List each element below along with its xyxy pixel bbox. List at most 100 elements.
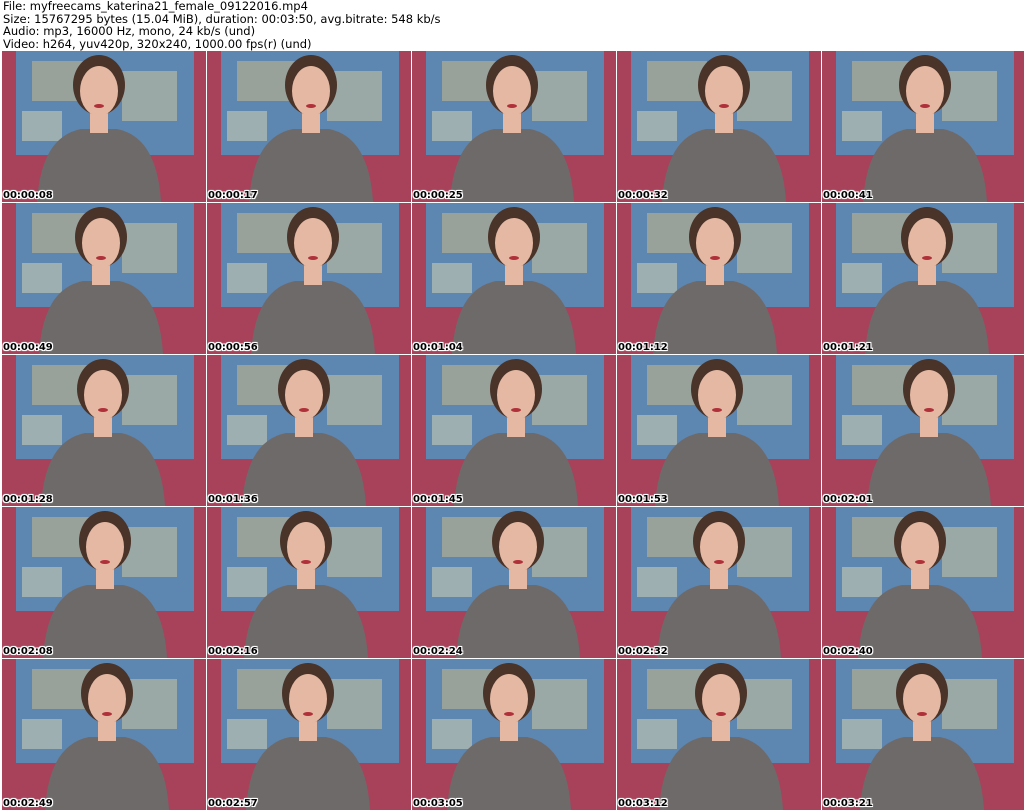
lips: [714, 560, 724, 564]
frame-timestamp: 00:01:21: [823, 342, 873, 353]
map-land-region: [852, 365, 912, 405]
map-land-region: [842, 567, 882, 597]
map-land-region: [227, 567, 267, 597]
face: [696, 218, 734, 268]
face: [292, 66, 330, 116]
face: [903, 674, 941, 724]
frame-timestamp: 00:01:28: [3, 494, 53, 505]
video-frame-thumbnail: 00:01:53: [617, 355, 821, 506]
frame-image: [617, 355, 821, 506]
lips: [507, 104, 517, 108]
frame-image: [822, 355, 1024, 506]
face: [906, 66, 944, 116]
video-frame-thumbnail: 00:01:36: [207, 355, 411, 506]
video-frame-thumbnail: 00:03:05: [412, 659, 616, 810]
face: [289, 674, 327, 724]
map-land-region: [842, 111, 882, 141]
map-land-region: [432, 415, 472, 445]
frame-image: [412, 51, 616, 202]
frame-timestamp: 00:02:49: [3, 798, 53, 809]
face: [88, 674, 126, 724]
lips: [102, 712, 112, 716]
video-frame-thumbnail: 00:03:21: [822, 659, 1024, 810]
lips: [96, 256, 106, 260]
frame-timestamp: 00:00:17: [208, 190, 258, 201]
video-frame-thumbnail: 00:02:40: [822, 507, 1024, 658]
face: [287, 522, 325, 572]
frame-image: [412, 659, 616, 810]
face: [901, 522, 939, 572]
video-info-line: Video: h264, yuv420p, 320x240, 1000.00 f…: [3, 36, 312, 51]
frame-image: [822, 659, 1024, 810]
face: [86, 522, 124, 572]
face: [702, 674, 740, 724]
frame-timestamp: 00:00:25: [413, 190, 463, 201]
map-land-region: [22, 719, 62, 749]
lips: [100, 560, 110, 564]
video-frame-thumbnail: 00:02:57: [207, 659, 411, 810]
video-frame-thumbnail: 00:00:17: [207, 51, 411, 202]
lips: [98, 408, 108, 412]
frame-image: [412, 203, 616, 354]
frame-image: [2, 659, 206, 810]
map-land-region: [227, 719, 267, 749]
lips: [710, 256, 720, 260]
face: [700, 522, 738, 572]
map-land-region: [942, 527, 997, 577]
face: [294, 218, 332, 268]
frame-image: [822, 51, 1024, 202]
frame-image: [617, 507, 821, 658]
map-land-region: [327, 527, 382, 577]
map-land-region: [227, 111, 267, 141]
face: [82, 218, 120, 268]
video-frame-thumbnail: 00:01:12: [617, 203, 821, 354]
lips: [509, 256, 519, 260]
frame-image: [617, 51, 821, 202]
lips: [513, 560, 523, 564]
audio-info-line: Audio: mp3, 16000 Hz, mono, 24 kb/s (und…: [3, 24, 256, 38]
frame-image: [412, 355, 616, 506]
video-frame-thumbnail: 00:02:49: [2, 659, 206, 810]
map-land-region: [432, 263, 472, 293]
frame-timestamp: 00:01:12: [618, 342, 668, 353]
lips: [94, 104, 104, 108]
frame-timestamp: 00:02:08: [3, 646, 53, 657]
lips: [915, 560, 925, 564]
frame-timestamp: 00:01:45: [413, 494, 463, 505]
map-land-region: [122, 71, 177, 121]
lips: [924, 408, 934, 412]
frame-image: [2, 355, 206, 506]
face: [285, 370, 323, 420]
frame-timestamp: 00:02:32: [618, 646, 668, 657]
video-frame-thumbnail: 00:01:28: [2, 355, 206, 506]
face: [910, 370, 948, 420]
face: [698, 370, 736, 420]
map-land-region: [637, 263, 677, 293]
frame-image: [617, 203, 821, 354]
video-frame-thumbnail: 00:00:49: [2, 203, 206, 354]
frame-image: [412, 507, 616, 658]
map-land-region: [432, 719, 472, 749]
lips: [917, 712, 927, 716]
map-land-region: [22, 567, 62, 597]
frame-timestamp: 00:01:04: [413, 342, 463, 353]
video-frame-thumbnail: 00:00:56: [207, 203, 411, 354]
frame-image: [822, 507, 1024, 658]
face: [495, 218, 533, 268]
frame-image: [2, 507, 206, 658]
lips: [511, 408, 521, 412]
map-land-region: [22, 263, 62, 293]
video-frame-thumbnail: 00:01:04: [412, 203, 616, 354]
face: [499, 522, 537, 572]
file-name-line: File: myfreecams_katerina21_female_09122…: [3, 0, 308, 13]
lips: [308, 256, 318, 260]
map-land-region: [647, 61, 707, 101]
face: [490, 674, 528, 724]
face: [493, 66, 531, 116]
map-land-region: [532, 71, 587, 121]
video-frame-thumbnail: 00:02:24: [412, 507, 616, 658]
lips: [301, 560, 311, 564]
video-frame-thumbnail: 00:02:01: [822, 355, 1024, 506]
map-land-region: [22, 111, 62, 141]
map-land-region: [22, 415, 62, 445]
